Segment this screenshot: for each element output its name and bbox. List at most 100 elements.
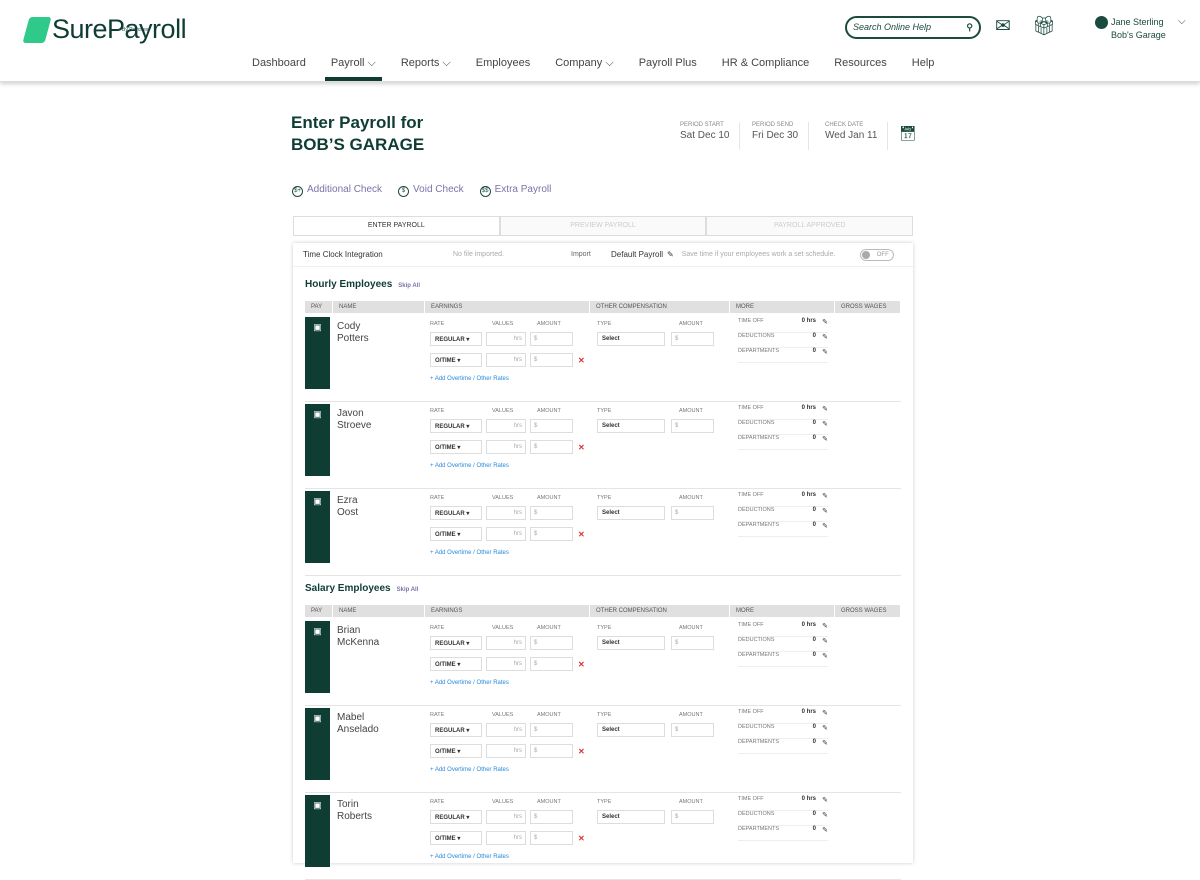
other-comp-type-select[interactable]: Select	[597, 419, 665, 433]
search-input[interactable]: Search Online Help ⚲	[845, 16, 981, 39]
edit-icon[interactable]: ✎	[822, 522, 828, 530]
other-comp-type-select[interactable]: Select	[597, 723, 665, 737]
amount-input[interactable]: $	[530, 723, 573, 737]
rate-select[interactable]: O/TIME ▾	[430, 527, 482, 541]
edit-icon[interactable]: ✎	[667, 250, 674, 259]
skip-all-link[interactable]: Skip All	[397, 587, 419, 593]
edit-icon[interactable]: ✎	[822, 709, 828, 717]
hours-input[interactable]: hrs	[486, 353, 526, 367]
amount-input[interactable]: $	[530, 657, 573, 671]
remove-rate-icon[interactable]: ✕	[578, 443, 585, 452]
edit-icon[interactable]: ✎	[822, 405, 828, 413]
edit-icon[interactable]: ✎	[822, 637, 828, 645]
pay-toggle[interactable]: ▣	[305, 708, 330, 780]
amount-input[interactable]: $	[530, 440, 573, 454]
nav-item-dashboard[interactable]: Dashboard	[252, 57, 306, 80]
import-link[interactable]: Import	[571, 251, 611, 258]
nav-item-payroll[interactable]: Payroll ⌵	[324, 57, 382, 81]
add-overtime-link[interactable]: + Add Overtime / Other Rates	[430, 767, 509, 773]
amount-input[interactable]: $	[530, 527, 573, 541]
add-overtime-link[interactable]: + Add Overtime / Other Rates	[430, 680, 509, 686]
edit-icon[interactable]: ✎	[822, 796, 828, 804]
remove-rate-icon[interactable]: ✕	[578, 660, 585, 669]
pay-toggle[interactable]: ▣	[305, 621, 330, 693]
rate-select[interactable]: O/TIME ▾	[430, 353, 482, 367]
nav-item-payroll[interactable]: Payroll Plus	[639, 57, 697, 80]
add-overtime-link[interactable]: + Add Overtime / Other Rates	[430, 463, 509, 469]
hours-input[interactable]: hrs	[486, 440, 526, 454]
rate-select[interactable]: O/TIME ▾	[430, 657, 482, 671]
hours-input[interactable]: hrs	[486, 831, 526, 845]
other-comp-amount-input[interactable]: $	[671, 723, 714, 737]
add-overtime-link[interactable]: + Add Overtime / Other Rates	[430, 854, 509, 860]
other-comp-type-select[interactable]: Select	[597, 332, 665, 346]
rate-select[interactable]: REGULAR ▾	[430, 723, 482, 737]
nav-item-resources[interactable]: Resources	[834, 57, 887, 80]
edit-icon[interactable]: ✎	[822, 826, 828, 834]
pay-toggle[interactable]: ▣	[305, 795, 330, 867]
hours-input[interactable]: hrs	[486, 744, 526, 758]
nav-item-hr[interactable]: HR & Compliance	[722, 57, 809, 80]
default-payroll-toggle[interactable]: OFF	[859, 248, 894, 261]
edit-icon[interactable]: ✎	[822, 435, 828, 443]
amount-input[interactable]: $	[530, 810, 573, 824]
hours-input[interactable]: hrs	[486, 506, 526, 520]
other-comp-type-select[interactable]: Select	[597, 506, 665, 520]
pay-toggle[interactable]: ▣	[305, 317, 330, 389]
search-icon[interactable]: ⚲	[966, 22, 973, 33]
skip-all-link[interactable]: Skip All	[398, 283, 420, 289]
rate-select[interactable]: REGULAR ▾	[430, 506, 482, 520]
add-overtime-link[interactable]: + Add Overtime / Other Rates	[430, 376, 509, 382]
remove-rate-icon[interactable]: ✕	[578, 747, 585, 756]
amount-input[interactable]: $	[530, 353, 573, 367]
hours-input[interactable]: hrs	[486, 419, 526, 433]
edit-icon[interactable]: ✎	[822, 622, 828, 630]
edit-icon[interactable]: ✎	[822, 420, 828, 428]
hours-input[interactable]: hrs	[486, 636, 526, 650]
amount-input[interactable]: $	[530, 419, 573, 433]
nav-item-help[interactable]: Help	[912, 57, 935, 80]
edit-icon[interactable]: ✎	[822, 507, 828, 515]
gift-icon[interactable]: 🎁︎	[1032, 14, 1056, 38]
edit-icon[interactable]: ✎	[822, 652, 828, 660]
hours-input[interactable]: hrs	[486, 810, 526, 824]
amount-input[interactable]: $	[530, 506, 573, 520]
edit-icon[interactable]: ✎	[822, 348, 828, 356]
pay-toggle[interactable]: ▣	[305, 404, 330, 476]
hours-input[interactable]: hrs	[486, 332, 526, 346]
remove-rate-icon[interactable]: ✕	[578, 530, 585, 539]
rate-select[interactable]: REGULAR ▾	[430, 636, 482, 650]
chevron-down-icon[interactable]: ⌵	[1178, 16, 1186, 27]
calendar-icon[interactable]: 📅︎	[899, 125, 917, 142]
edit-icon[interactable]: ✎	[822, 318, 828, 326]
hours-input[interactable]: hrs	[486, 657, 526, 671]
hours-input[interactable]: hrs	[486, 527, 526, 541]
remove-rate-icon[interactable]: ✕	[578, 834, 585, 843]
amount-input[interactable]: $	[530, 636, 573, 650]
rate-select[interactable]: O/TIME ▾	[430, 744, 482, 758]
pay-toggle[interactable]: ▣	[305, 491, 330, 563]
other-comp-type-select[interactable]: Select	[597, 636, 665, 650]
edit-icon[interactable]: ✎	[822, 333, 828, 341]
mail-icon[interactable]: ✉	[995, 15, 1011, 38]
amount-input[interactable]: $	[530, 744, 573, 758]
other-comp-type-select[interactable]: Select	[597, 810, 665, 824]
nav-item-company[interactable]: Company ⌵	[555, 57, 613, 80]
edit-icon[interactable]: ✎	[822, 492, 828, 500]
hours-input[interactable]: hrs	[486, 723, 526, 737]
rate-select[interactable]: REGULAR ▾	[430, 810, 482, 824]
rate-select[interactable]: REGULAR ▾	[430, 419, 482, 433]
amount-input[interactable]: $	[530, 332, 573, 346]
link-void-check[interactable]: $ Void Check	[398, 184, 464, 197]
amount-input[interactable]: $	[530, 831, 573, 845]
edit-icon[interactable]: ✎	[822, 811, 828, 819]
surepayroll-logo[interactable]: SurePayroll	[22, 14, 187, 45]
edit-icon[interactable]: ✎	[822, 724, 828, 732]
other-comp-amount-input[interactable]: $	[671, 332, 714, 346]
other-comp-amount-input[interactable]: $	[671, 636, 714, 650]
nav-item-reports[interactable]: Reports ⌵	[401, 57, 451, 80]
link-extra-payroll[interactable]: $$ Extra Payroll	[479, 184, 551, 197]
rate-select[interactable]: O/TIME ▾	[430, 440, 482, 454]
add-overtime-link[interactable]: + Add Overtime / Other Rates	[430, 550, 509, 556]
rate-select[interactable]: O/TIME ▾	[430, 831, 482, 845]
